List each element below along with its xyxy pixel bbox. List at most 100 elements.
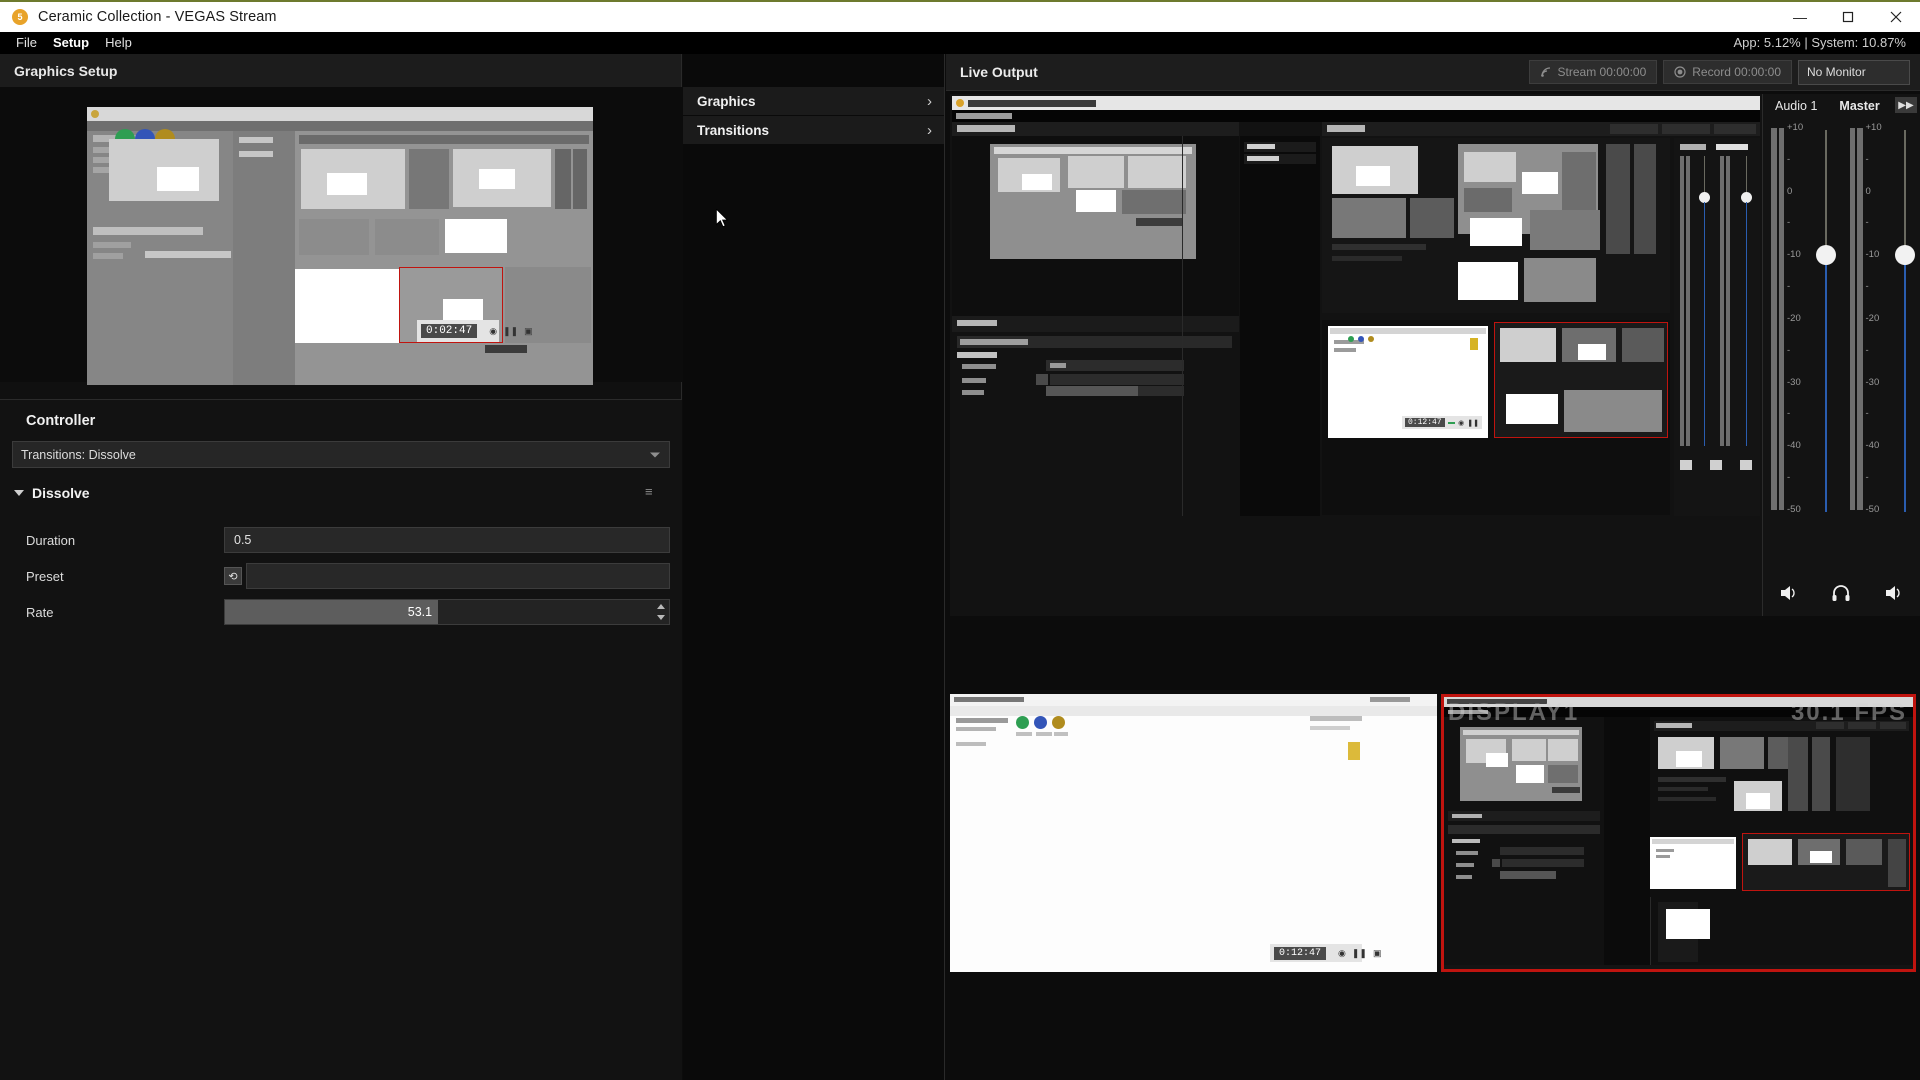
master-meter-scale: +10 - 0 - -10 - -20 - -30 - -40 - -50	[1865, 122, 1892, 514]
expand-mixer-button[interactable]: ▶▶	[1895, 97, 1917, 113]
audio-mixer-header: Audio 1 Master ▶▶	[1763, 94, 1920, 118]
scale-tick: -	[1787, 281, 1791, 293]
app-icon: 5	[12, 9, 28, 25]
scale-tick: +10	[1865, 122, 1882, 133]
program-preview-right[interactable]: DISPLAY1 30.1 FPS	[1441, 694, 1916, 972]
graphics-preview-thumbnail[interactable]: 0:02:47 ◉ ❚❚ ▣	[87, 107, 593, 385]
menu-help[interactable]: Help	[97, 32, 140, 54]
preset-label: Preset	[26, 568, 64, 584]
live-output-preview[interactable]: 0:12:47 ◉ ❚❚	[950, 94, 1762, 616]
preset-reset-icon[interactable]: ⟲	[224, 567, 242, 585]
chevron-right-icon: ›	[927, 121, 932, 139]
preview-thumbnails-row: 0:12:47 ◉ ❚❚ ▣ DISPLAY1 30.1 FPS	[950, 694, 1916, 972]
live-output-panel: Live Output Stream 00:00:00 Record 00:00…	[946, 54, 1920, 1080]
tree-item-transitions-label: Transitions	[697, 122, 770, 138]
scale-tick: 0	[1787, 185, 1793, 197]
record-button[interactable]: Record 00:00:00	[1663, 60, 1792, 84]
scale-tick: -	[1865, 281, 1869, 293]
setup-tree-panel: Graphics › Transitions ›	[683, 54, 945, 1080]
dissolve-group-header[interactable]: Dissolve ≡	[14, 485, 668, 501]
controller-source-value: Transitions: Dissolve	[21, 447, 136, 462]
stepper-up-icon[interactable]	[657, 604, 665, 609]
program-timecode: 0:12:47	[1274, 946, 1327, 960]
graphics-setup-header: Graphics Setup	[0, 54, 681, 87]
title-bar: 5 Ceramic Collection - VEGAS Stream —	[0, 0, 1920, 32]
master-fader-track[interactable]	[1894, 130, 1915, 512]
close-icon	[1890, 11, 1902, 23]
main-body: Graphics Setup 0:02:47 ◉ ❚❚ ▣ Controller…	[0, 54, 1920, 1080]
dissolve-group-label: Dissolve	[32, 485, 90, 501]
param-row-preset: Preset ⟲	[12, 558, 670, 594]
minimize-button[interactable]: —	[1776, 2, 1824, 32]
record-icon	[1674, 66, 1686, 78]
master-channel-strip: +10 - 0 - -10 - -20 - -30 - -40 - -50	[1842, 118, 1920, 518]
graphics-setup-panel: Graphics Setup 0:02:47 ◉ ❚❚ ▣ Controller…	[0, 54, 682, 1080]
program-preview-left[interactable]: 0:12:47 ◉ ❚❚ ▣	[950, 694, 1437, 972]
group-menu-icon[interactable]: ≡	[645, 485, 658, 498]
nested-preview-timecode: 0:12:47	[1405, 418, 1445, 427]
stream-icon	[1540, 67, 1550, 77]
cpu-usage-stats: App: 5.12% | System: 10.87%	[1733, 35, 1906, 50]
audio-meters: +10 - 0 - -10 - -20 - -30 - -40 - -50 +1…	[1763, 118, 1920, 518]
preview-transport-bar: 0:02:47 ◉ ❚❚ ▣	[417, 320, 533, 342]
controller-source-select[interactable]: Transitions: Dissolve	[12, 441, 670, 468]
scale-tick: -	[1865, 344, 1869, 356]
stream-button-label: Stream 00:00:00	[1557, 65, 1647, 79]
scale-tick: -30	[1865, 376, 1880, 388]
scale-tick: -	[1787, 217, 1791, 229]
window-controls: —	[1776, 2, 1920, 32]
stream-button[interactable]: Stream 00:00:00	[1528, 60, 1658, 84]
tree-item-transitions[interactable]: Transitions ›	[683, 116, 944, 144]
scale-tick: -10	[1865, 249, 1880, 261]
rate-slider[interactable]: 53.1	[224, 599, 670, 625]
tree-item-graphics[interactable]: Graphics ›	[683, 87, 944, 115]
monitor-select[interactable]: No Monitor	[1798, 59, 1910, 85]
window-title: Ceramic Collection - VEGAS Stream	[38, 9, 277, 25]
monitor-select-value: No Monitor	[1807, 65, 1866, 79]
maximize-button[interactable]	[1824, 2, 1872, 32]
close-button[interactable]	[1872, 2, 1920, 32]
channel-fader-fill	[1825, 259, 1827, 512]
scale-tick: +10	[1787, 122, 1804, 133]
scale-tick: -10	[1787, 249, 1801, 261]
headphone-icon[interactable]	[1831, 584, 1851, 602]
record-button-label: Record 00:00:00	[1692, 65, 1781, 79]
channel-meter-bars	[1771, 128, 1784, 510]
rate-label: Rate	[26, 604, 54, 620]
nested-preview-transport: 0:12:47 ◉ ❚❚	[1402, 416, 1482, 429]
rate-value: 53.1	[407, 605, 433, 619]
scale-tick: 0	[1865, 185, 1871, 197]
duration-input[interactable]: 0.5	[224, 527, 670, 553]
master-fader-knob[interactable]	[1894, 244, 1915, 265]
collapse-triangle-icon[interactable]	[14, 490, 24, 496]
stepper-down-icon[interactable]	[657, 615, 665, 620]
program-transport-bar: 0:12:47 ◉ ❚❚ ▣	[1270, 944, 1381, 962]
channel-meter-scale: +10 - 0 - -10 - -20 - -30 - -40 - -50	[1787, 122, 1813, 515]
vegas-stream-window: 5 Ceramic Collection - VEGAS Stream — Fi…	[0, 0, 1920, 1080]
scale-tick: -	[1865, 217, 1869, 229]
audio-output-buttons	[1763, 578, 1920, 608]
rate-stepper[interactable]	[655, 601, 667, 623]
param-row-duration: Duration 0.5	[12, 522, 670, 558]
master-meter-bars	[1849, 128, 1863, 510]
menu-setup[interactable]: Setup	[45, 32, 97, 54]
master-fader-fill	[1903, 259, 1906, 512]
speaker-icon[interactable]	[1884, 584, 1904, 602]
audio-mixer-panel: Audio 1 Master ▶▶ +10 - 0 - -10 - -20 - …	[1762, 94, 1920, 616]
channel-fader-track[interactable]	[1816, 130, 1836, 512]
audio-master-label: Master	[1839, 99, 1880, 113]
scale-tick: -50	[1787, 503, 1801, 515]
graphics-preview-area: 0:02:47 ◉ ❚❚ ▣	[0, 87, 682, 385]
scale-tick: -	[1865, 472, 1869, 484]
audio-channel-label: Audio 1	[1775, 99, 1818, 113]
live-output-title: Live Output	[960, 64, 1038, 80]
channel-fader-knob[interactable]	[1816, 244, 1836, 265]
live-output-controls: Stream 00:00:00 Record 00:00:00 No Monit…	[1528, 59, 1910, 85]
controller-header: Controller	[26, 413, 96, 429]
audio-channel-strip: +10 - 0 - -10 - -20 - -30 - -40 - -50	[1763, 118, 1842, 518]
mouse-cursor-icon	[716, 209, 729, 228]
scale-tick: -30	[1787, 376, 1801, 388]
preset-dropdown[interactable]	[246, 563, 670, 589]
menu-file[interactable]: File	[8, 32, 45, 54]
speaker-icon[interactable]	[1779, 584, 1799, 602]
